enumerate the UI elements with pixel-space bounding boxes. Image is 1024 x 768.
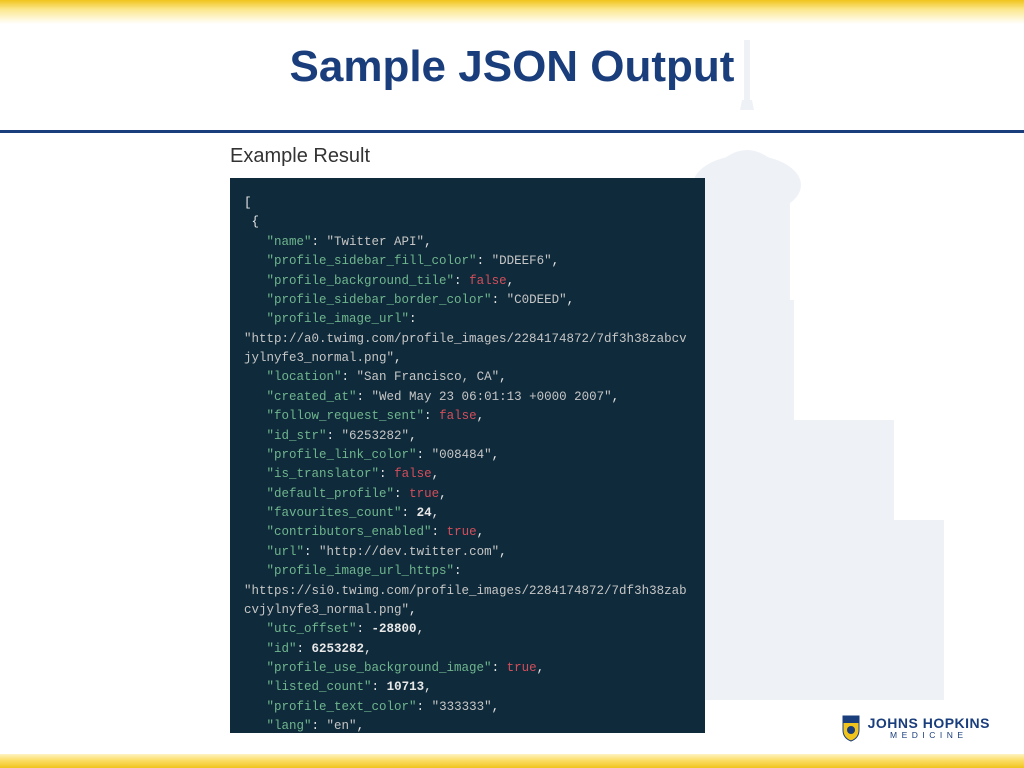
footer-logo: JOHNS HOPKINS MEDICINE — [840, 714, 990, 742]
shield-icon — [840, 714, 862, 742]
top-gradient-bar — [0, 0, 1024, 24]
content-area: Example Result [ { "name": "Twitter API"… — [0, 133, 710, 733]
slide-title: Sample JSON Output — [0, 24, 1024, 102]
example-heading: Example Result — [230, 145, 710, 168]
logo-main-text: JOHNS HOPKINS — [868, 716, 990, 730]
bottom-gradient-bar — [0, 754, 1024, 768]
logo-sub-text: MEDICINE — [868, 731, 990, 740]
json-code-block: [ { "name": "Twitter API", "profile_side… — [230, 178, 705, 733]
